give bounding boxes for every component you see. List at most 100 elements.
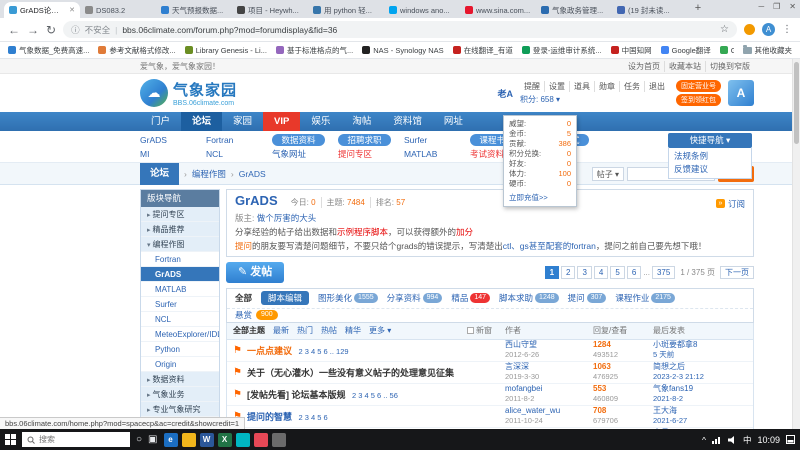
bookmark-item[interactable]: 气象数据_免费高速... [8, 45, 89, 56]
task-view-icon[interactable]: ▣ [148, 435, 157, 445]
site-logo[interactable]: 气象家园 BBS.06climate.com [173, 79, 237, 107]
back-icon[interactable]: ← [8, 24, 20, 36]
taskbar-app-icon[interactable]: e [164, 433, 178, 447]
start-button[interactable] [5, 434, 16, 445]
topbar-link[interactable]: 收藏本站 [664, 61, 705, 72]
scrollbar-thumb[interactable] [794, 62, 799, 144]
thread-page-links[interactable]: 2 3 4 5 6 .. 129 [299, 347, 349, 356]
last-post-date[interactable]: 2021-6-27 [653, 416, 747, 426]
browser-menu-icon[interactable]: ⋮ [782, 24, 792, 35]
user-link[interactable]: 勋章 [594, 81, 619, 92]
thread-author[interactable]: alice_water_wu [505, 406, 593, 416]
list-sort-link[interactable]: 热帖 [321, 325, 337, 336]
recharge-link[interactable]: 立即充值>> [509, 192, 571, 203]
ime-indicator[interactable]: 中 [743, 434, 752, 446]
taskbar-app-icon[interactable] [236, 433, 250, 447]
filter-tab[interactable]: 脚本编辑 [261, 291, 309, 305]
credit-toggle[interactable]: 积分: 658 ▾ [520, 94, 669, 105]
bookmark-star-icon[interactable]: ☆ [720, 24, 729, 35]
breadcrumb-board[interactable]: GrADS [239, 169, 266, 179]
sidebar-item[interactable]: NCL [141, 312, 219, 327]
minimize-button[interactable]: ─ [758, 2, 764, 11]
tab-close-icon[interactable]: ✕ [69, 6, 75, 14]
taskbar-app-icon[interactable] [272, 433, 286, 447]
filter-tab[interactable]: 精品 147 [451, 292, 490, 304]
other-bookmarks-button[interactable]: 其他收藏夹 [743, 45, 793, 56]
profile-avatar[interactable]: A [762, 23, 775, 36]
browser-tab[interactable]: 气象政务管理... ✕ [536, 2, 612, 18]
last-post-date[interactable]: 5 天前 [653, 350, 747, 360]
user-link[interactable]: 任务 [619, 81, 644, 92]
last-poster[interactable]: 简想之后 [653, 362, 747, 372]
taskbar-search-input[interactable] [39, 435, 109, 444]
page-number[interactable]: 3 [577, 266, 591, 279]
browser-tab[interactable]: 天气预报数据... ✕ [156, 2, 232, 18]
nav-item[interactable]: 家园 [222, 112, 263, 131]
bookmark-item[interactable]: 参考文献格式修改... [98, 45, 175, 56]
network-icon[interactable] [712, 436, 722, 444]
browser-tab[interactable]: GrADS论坛&统... ✕ [4, 2, 80, 18]
subnav-link[interactable]: Surfer [404, 135, 470, 145]
thread-title[interactable]: 一点点建议 [247, 346, 292, 356]
filter-tab[interactable]: 脚本求助 1248 [499, 292, 559, 304]
browser-tab[interactable]: windows ano... ✕ [384, 2, 460, 18]
taskbar-app-icon[interactable] [254, 433, 268, 447]
breadcrumb-root-tab[interactable]: 论坛 [140, 163, 179, 185]
taskbar-search[interactable] [22, 432, 130, 447]
sidebar-item[interactable]: GrADS [141, 267, 219, 282]
page-number[interactable]: 6 [627, 266, 641, 279]
bookmark-item[interactable]: Google翻译 [661, 45, 711, 56]
page-number[interactable]: 4 [594, 266, 608, 279]
sidebar-item[interactable]: Origin [141, 357, 219, 372]
new-window-option[interactable]: 新窗 [467, 325, 505, 336]
filter-tab[interactable]: 分享资料 994 [387, 292, 443, 304]
browser-tab[interactable]: www.sina.com... ✕ [460, 2, 536, 18]
thread-author[interactable]: 言深深 [505, 362, 593, 372]
forward-icon[interactable]: → [27, 24, 39, 36]
user-link[interactable]: 退出 [644, 81, 669, 92]
sidebar-item[interactable]: 精品推荐 [141, 222, 219, 237]
subnav-link[interactable]: 数据资料 [272, 134, 325, 146]
subscribe-link[interactable]: » 订阅 [716, 198, 745, 210]
browser-tab[interactable]: DS083.2 ✕ [80, 2, 156, 18]
filter-tab[interactable]: 课程作业 2175 [615, 292, 675, 304]
sidebar-item[interactable]: MeteoExplorer/IDL/ [141, 327, 219, 342]
quick-nav-link[interactable]: 反馈建议 [674, 163, 746, 176]
taskbar-app-icon[interactable]: W [200, 433, 214, 447]
clock[interactable]: 10:09 [757, 435, 780, 445]
avatar[interactable]: A [728, 80, 754, 106]
subnav-link[interactable]: 气象网址 [272, 148, 338, 160]
refresh-icon[interactable]: ↻ [46, 24, 56, 36]
bounty-filter[interactable]: 悬赏 [235, 309, 252, 321]
quick-nav-button[interactable]: 快捷导航 ▾ [668, 133, 752, 148]
last-post-date[interactable]: 2021-8-2 [653, 394, 747, 404]
username[interactable]: 老A [498, 87, 514, 100]
nav-item[interactable]: 门户 [140, 112, 181, 131]
last-poster[interactable]: 小斑要都拿8 [653, 340, 747, 350]
user-link[interactable]: 提醒 [520, 81, 544, 92]
site-logo-icon[interactable]: ☁ [140, 79, 168, 107]
browser-tab[interactable]: 项目 - Heywh... ✕ [232, 2, 308, 18]
notification-icon[interactable] [786, 435, 795, 444]
list-sort-link[interactable]: 最新 [273, 325, 289, 336]
filter-tab[interactable]: 图形美化 1555 [318, 292, 378, 304]
address-url[interactable]: bbs.06climate.com/forum.php?mod=forumdis… [122, 25, 715, 35]
bookmark-item[interactable]: 基于标准格点的气... [276, 45, 353, 56]
breadcrumb-section[interactable]: 编程作图 [192, 168, 226, 180]
nav-item[interactable]: 网址 [433, 112, 474, 131]
bookmark-item[interactable]: 在线翻译_有道 [453, 45, 513, 56]
taskbar-app-icon[interactable] [182, 433, 196, 447]
cortana-icon[interactable]: ○ [136, 435, 142, 445]
last-poster[interactable]: 气象fans19 [653, 384, 747, 394]
new-post-button[interactable]: ✎ 发帖 [226, 262, 284, 283]
bookmark-item[interactable]: Google卫星地图-谷... [720, 45, 734, 56]
subnav-link[interactable]: 提问专区 [338, 148, 404, 160]
list-sort-link[interactable]: 更多 ▾ [369, 325, 391, 336]
sidebar-item[interactable]: 编程作图 [141, 237, 219, 252]
thread-title[interactable]: 关于（无心灌水）一些没有意义帖子的处理意见征集 [247, 368, 454, 378]
nav-item[interactable]: VIP [263, 112, 300, 131]
page-number[interactable]: 1 [545, 266, 559, 279]
maximize-button[interactable]: ❐ [773, 2, 780, 11]
subnav-link[interactable]: GrADS [140, 135, 206, 145]
page-number[interactable]: 2 [561, 266, 575, 279]
